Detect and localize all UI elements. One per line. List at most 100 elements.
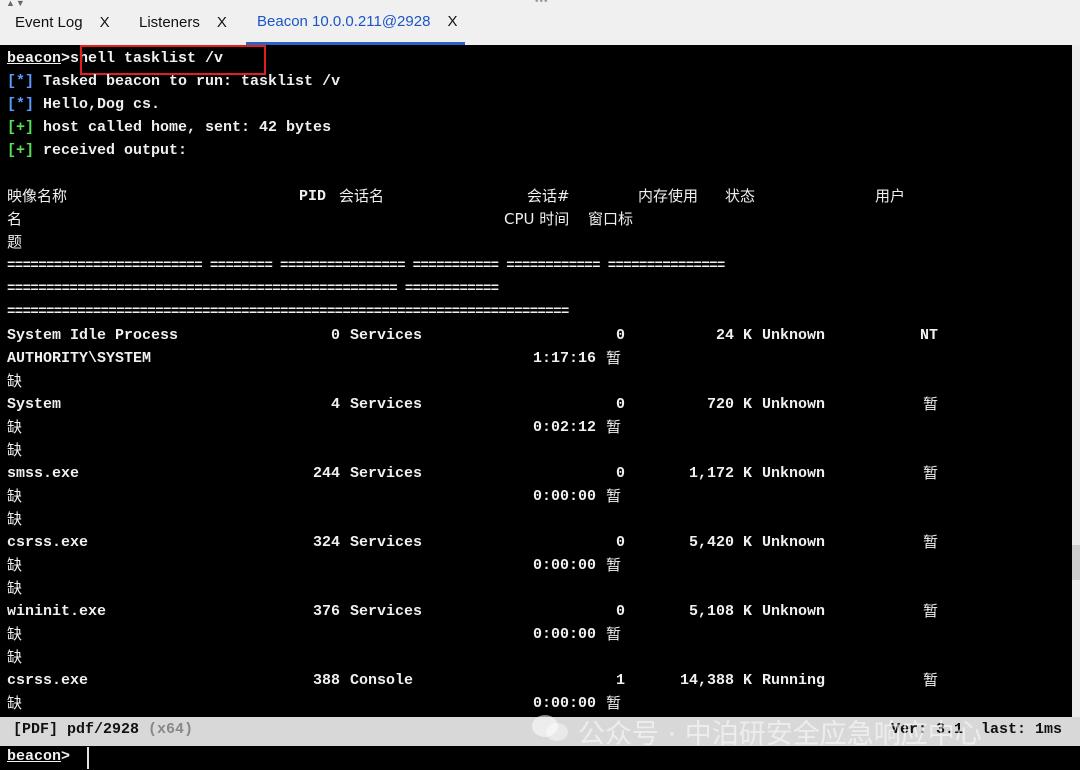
- table-cell: 720 K: [706, 396, 752, 413]
- table-cell: 0:00:00: [532, 557, 596, 574]
- table-cell: 暂: [606, 349, 622, 367]
- close-icon[interactable]: X: [100, 14, 110, 31]
- table-cell: Unknown: [762, 603, 826, 620]
- header-user: 用户: [875, 187, 906, 205]
- info-tag: [*]: [7, 96, 35, 113]
- scrollbar-thumb[interactable]: [1072, 545, 1080, 580]
- table-cell: Services: [350, 534, 423, 551]
- table-cell: 0: [615, 465, 625, 482]
- prompt-label: beacon: [7, 50, 62, 67]
- log-text: host called home, sent: 42 bytes: [34, 119, 332, 136]
- table-cell: 376: [312, 603, 340, 620]
- header-status: 状态: [725, 187, 756, 205]
- table-cell: 缺: [7, 441, 23, 459]
- table-cell: csrss.exe: [7, 672, 89, 689]
- close-icon[interactable]: X: [447, 13, 457, 30]
- wechat-logo-icon: [532, 715, 568, 741]
- table-cell: 暂: [606, 625, 622, 643]
- table-cell: 24 K: [715, 327, 752, 344]
- header-window-title: 窗口标: [588, 210, 634, 228]
- header-session-name: 会话名: [339, 187, 385, 205]
- log-line: [*] Hello,Dog cs.: [7, 93, 160, 116]
- table-cell: 0: [615, 534, 625, 551]
- table-cell: 0: [330, 327, 340, 344]
- success-tag: [+]: [7, 119, 35, 136]
- info-tag: [*]: [7, 73, 35, 90]
- table-cell: 暂: [606, 556, 622, 574]
- table-cell: smss.exe: [7, 465, 80, 482]
- command-line: beacon>shell tasklist /v: [7, 47, 223, 70]
- table-cell: 暂: [922, 533, 938, 551]
- table-cell: 暂: [922, 671, 938, 689]
- arch-label: (x64): [148, 721, 194, 738]
- table-cell: 缺: [7, 418, 23, 436]
- table-cell: 5,108 K: [688, 603, 752, 620]
- table-cell: 缺: [7, 625, 23, 643]
- command-text: shell tasklist /v: [70, 50, 224, 67]
- table-cell: Unknown: [762, 534, 826, 551]
- table-cell: 暂: [606, 418, 622, 436]
- tab-beacon[interactable]: Beacon 10.0.0.211@2928 X: [246, 0, 466, 45]
- input-prompt-name: beacon: [7, 748, 62, 765]
- table-cell: Services: [350, 603, 423, 620]
- tab-label: Beacon 10.0.0.211@2928: [257, 12, 431, 30]
- table-cell: 暂: [922, 602, 938, 620]
- table-cell: 暂: [606, 487, 622, 505]
- table-cell: 暂: [922, 395, 938, 413]
- log-line: [+] host called home, sent: 42 bytes: [7, 116, 331, 139]
- tab-label: Listeners: [139, 14, 200, 31]
- header-session-num: 会话#: [527, 187, 570, 205]
- separator-line: ========================================…: [7, 304, 569, 320]
- table-cell: 1: [615, 672, 625, 689]
- tab-event-log[interactable]: Event Log X: [15, 0, 110, 45]
- table-cell: Services: [350, 396, 423, 413]
- drag-grip-icon[interactable]: •••: [535, 0, 549, 7]
- table-cell: Services: [350, 465, 423, 482]
- table-cell: 缺: [7, 372, 23, 390]
- header-user-cont: 名: [7, 210, 23, 228]
- input-prompt-label: beacon>: [7, 748, 70, 765]
- command-prompt: beacon>: [0, 746, 1080, 770]
- table-cell: 缺: [7, 487, 23, 505]
- table-cell: 1:17:16: [532, 350, 596, 367]
- beacon-console-window: ▲▼ ••• Event Log X Listeners X Beacon 10…: [0, 0, 1080, 770]
- scrollbar-track[interactable]: [1072, 45, 1080, 717]
- table-cell: 缺: [7, 579, 23, 597]
- tab-bar: ▲▼ ••• Event Log X Listeners X Beacon 10…: [0, 0, 1080, 45]
- table-cell: 244: [312, 465, 340, 482]
- table-cell: Unknown: [762, 327, 826, 344]
- prompt-separator: >: [61, 50, 71, 67]
- separator-line: ========================================…: [7, 281, 499, 297]
- table-cell: wininit.exe: [7, 603, 107, 620]
- table-cell: 缺: [7, 694, 23, 712]
- command-input[interactable]: [86, 748, 1060, 770]
- table-cell: 暂: [922, 464, 938, 482]
- table-cell: 0:00:00: [532, 488, 596, 505]
- table-cell: 324: [312, 534, 340, 551]
- table-cell: 0:02:12: [532, 419, 596, 436]
- close-icon[interactable]: X: [217, 14, 227, 31]
- table-cell: Console: [350, 672, 414, 689]
- header-window-title-cont: 题: [7, 233, 23, 251]
- table-cell: Unknown: [762, 465, 826, 482]
- table-cell: Unknown: [762, 396, 826, 413]
- table-cell: 缺: [7, 510, 23, 528]
- tab-listeners[interactable]: Listeners X: [139, 0, 227, 45]
- table-cell: 1,172 K: [688, 465, 752, 482]
- console-output[interactable]: beacon>shell tasklist /v [*] Tasked beac…: [0, 45, 1072, 717]
- table-cell: 0: [615, 396, 625, 413]
- table-cell: 5,420 K: [688, 534, 752, 551]
- table-cell: AUTHORITY\SYSTEM: [7, 350, 152, 367]
- header-mem-usage: 内存使用: [638, 187, 699, 205]
- header-cpu-time: CPU 时间: [504, 208, 569, 231]
- table-cell: Services: [350, 327, 423, 344]
- log-line: [+] received output:: [7, 139, 187, 162]
- input-prompt-sep: >: [61, 748, 71, 765]
- table-cell: 缺: [7, 556, 23, 574]
- table-cell: NT: [919, 327, 938, 344]
- table-cell: System Idle Process: [7, 327, 179, 344]
- log-text: received output:: [34, 142, 188, 159]
- header-pid: PID: [299, 188, 327, 205]
- success-tag: [+]: [7, 142, 35, 159]
- table-cell: Running: [762, 672, 826, 689]
